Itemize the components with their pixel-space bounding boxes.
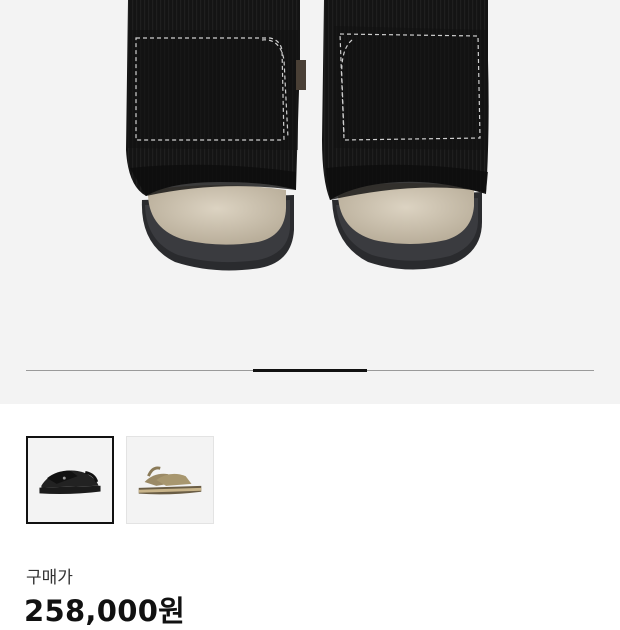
right-sandal (322, 0, 489, 270)
beige-sandal-thumbnail-image (138, 466, 202, 495)
purchase-price-value: 258,000원 (24, 594, 186, 628)
gallery-progress-indicator (253, 369, 367, 372)
gallery-progress-track (26, 369, 594, 372)
purchase-price-label: 구매가 (26, 568, 73, 588)
thumbnail-black-sandal[interactable] (26, 436, 114, 524)
black-sandal-thumbnail-image (39, 470, 101, 494)
left-sandal (126, 0, 306, 271)
color-variant-thumbnails (26, 436, 214, 524)
product-image (126, 0, 489, 271)
product-image-gallery[interactable] (0, 0, 620, 404)
thumbnail-beige-sandal[interactable] (126, 436, 214, 524)
